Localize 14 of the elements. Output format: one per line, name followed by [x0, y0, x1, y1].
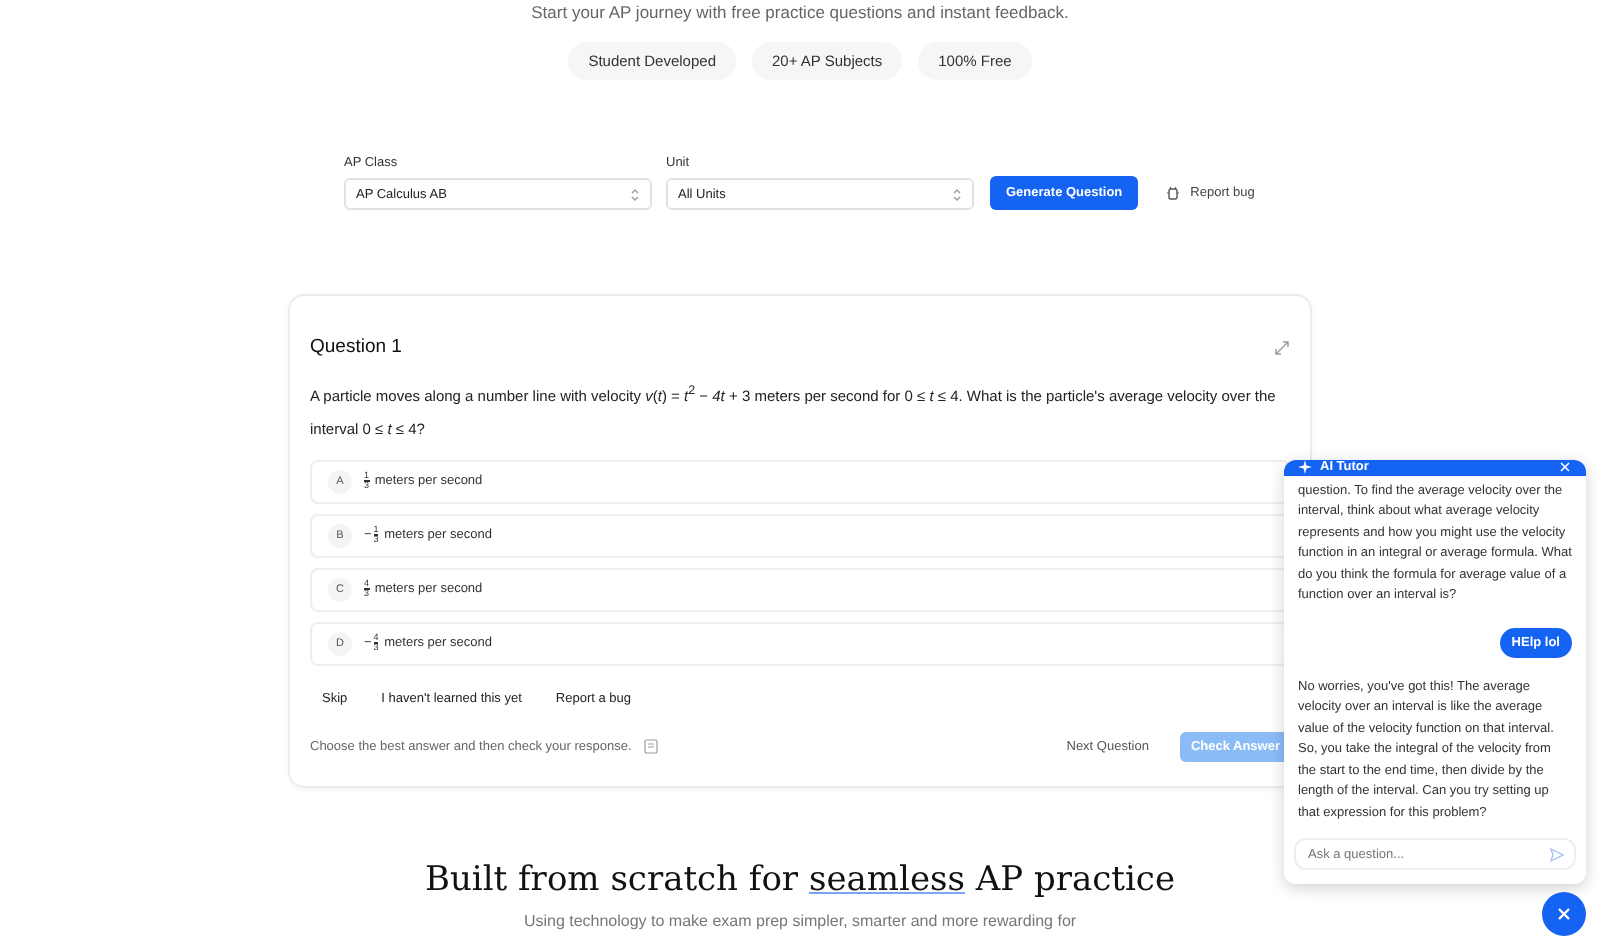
- section-heading: Built from scratch for seamless AP practice: [424, 860, 1176, 900]
- question-title: Question 1: [310, 336, 402, 358]
- sparkle-icon: [1298, 460, 1312, 475]
- close-icon: [1556, 906, 1572, 922]
- bug-icon: [1166, 186, 1181, 200]
- clipboard-icon[interactable]: [643, 738, 658, 754]
- close-icon[interactable]: [1558, 460, 1572, 475]
- send-icon[interactable]: [1550, 847, 1564, 861]
- close-chat-button[interactable]: [1542, 892, 1586, 936]
- section-subtitle: Using technology to make exam prep simpler, smarter and more rewarding for: [523, 912, 1077, 930]
- chevron-icon: [630, 187, 640, 201]
- expand-icon[interactable]: [1274, 339, 1290, 355]
- chevron-icon: [952, 187, 962, 201]
- hero-subtitle: Start your AP journey with free practice questions and instant feedback.: [531, 2, 1069, 22]
